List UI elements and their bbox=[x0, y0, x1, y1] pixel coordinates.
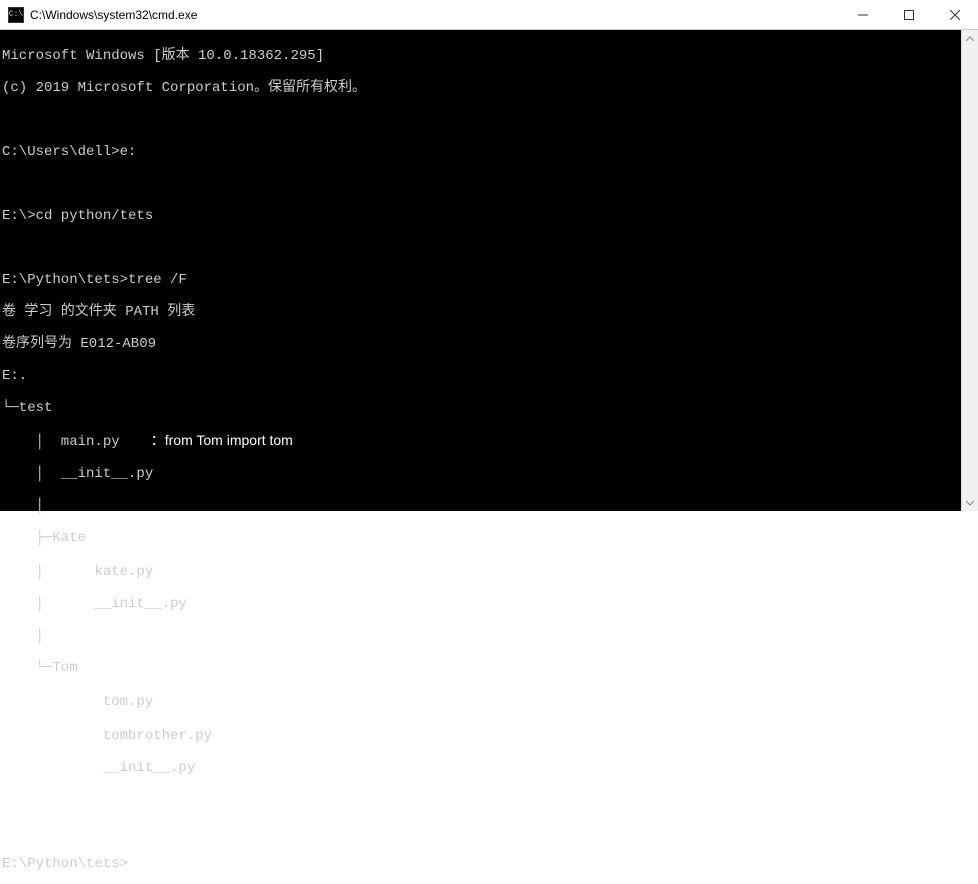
terminal-line bbox=[2, 176, 978, 192]
terminal-line: E:\>cd python/tets bbox=[2, 208, 978, 224]
terminal-line: └─test bbox=[2, 400, 978, 416]
vertical-scrollbar[interactable] bbox=[961, 30, 978, 511]
annotation-main-py bbox=[120, 432, 151, 448]
window-controls bbox=[840, 0, 978, 30]
terminal-line: E:. bbox=[2, 368, 978, 384]
terminal-line: 卷序列号为 E012-AB09 bbox=[2, 336, 978, 352]
annotation-tombrother-py bbox=[212, 726, 228, 742]
window-title: C:\Windows\system32\cmd.exe bbox=[30, 8, 197, 22]
maximize-button[interactable] bbox=[886, 0, 932, 30]
terminal-line: tom.py ：from . import tombrother print("… bbox=[2, 692, 978, 710]
terminal-line: Microsoft Windows [版本 10.0.18362.295] bbox=[2, 48, 978, 64]
terminal-line bbox=[2, 792, 978, 808]
annotation-kate-py bbox=[153, 562, 184, 578]
terminal-output[interactable]: Microsoft Windows [版本 10.0.18362.295] (c… bbox=[0, 30, 978, 511]
terminal-prompt: E:\Python\tets> bbox=[2, 856, 978, 872]
terminal-line: (c) 2019 Microsoft Corporation。保留所有权利。 bbox=[2, 80, 978, 96]
terminal-line: │ __init__.py bbox=[2, 596, 978, 612]
minimize-button[interactable] bbox=[840, 0, 886, 30]
scroll-down-arrow-icon[interactable] bbox=[962, 494, 978, 511]
terminal-line: ├─Kate bbox=[2, 530, 978, 546]
scrollbar-track[interactable] bbox=[962, 47, 978, 494]
terminal-line: __init__.py bbox=[2, 760, 978, 776]
terminal-line: └─Tom bbox=[2, 660, 978, 676]
window-titlebar: C:\ C:\Windows\system32\cmd.exe bbox=[0, 0, 978, 30]
scroll-up-arrow-icon[interactable] bbox=[962, 30, 978, 47]
terminal-line: C:\Users\dell>e: bbox=[2, 144, 978, 160]
terminal-line bbox=[2, 824, 978, 840]
terminal-line: tombrother.py ：from Kate import kate pri… bbox=[2, 726, 978, 744]
terminal-line: │ bbox=[2, 498, 978, 514]
terminal-line bbox=[2, 240, 978, 256]
terminal-line: │ kate.py ：print("I'm Kate!") bbox=[2, 562, 978, 580]
terminal-line: 卷 学习 的文件夹 PATH 列表 bbox=[2, 304, 978, 320]
terminal-line: │ bbox=[2, 628, 978, 644]
terminal-line: │ __init__.py bbox=[2, 466, 978, 482]
terminal-line: E:\Python\tets>tree /F bbox=[2, 272, 978, 288]
close-button[interactable] bbox=[932, 0, 978, 30]
cmd-icon: C:\ bbox=[8, 7, 24, 23]
terminal-line bbox=[2, 112, 978, 128]
terminal-line: │ main.py ：from Tom import tom bbox=[2, 432, 978, 450]
annotation-tom-py bbox=[153, 692, 184, 708]
